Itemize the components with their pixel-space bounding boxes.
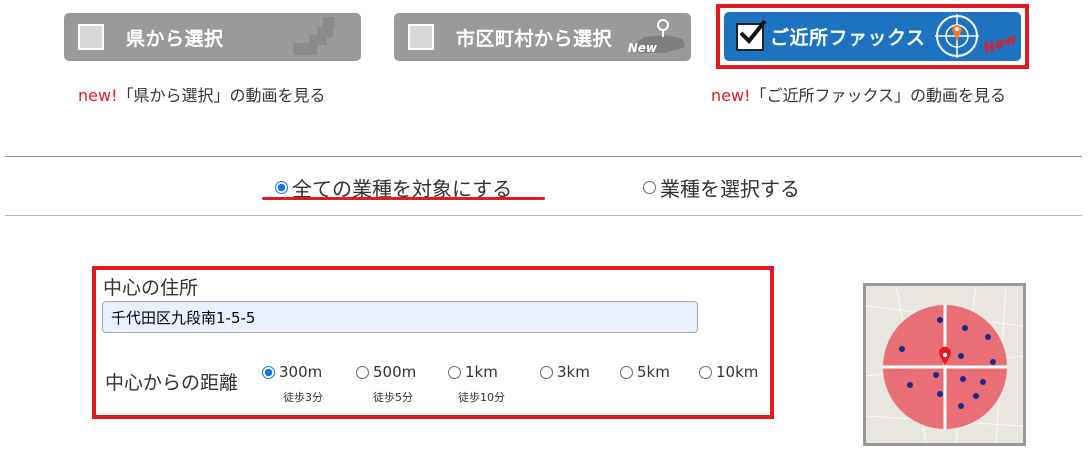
select-by-prefecture-button[interactable]: 県から選択	[64, 13, 361, 61]
nearby-fax-new-badge: New	[981, 30, 1019, 58]
radio-icon	[620, 365, 633, 379]
industry-all-underline	[262, 197, 545, 200]
distance-option-10km[interactable]: 10km	[699, 363, 758, 381]
radio-icon	[699, 365, 712, 379]
distance-option-3km[interactable]: 3km	[540, 363, 590, 381]
divider-bottom	[5, 215, 1082, 216]
distance-walk-time: 徒歩3分	[283, 391, 323, 404]
nearby-fax-video-text: 「ご近所ファックス」の動画を見る	[750, 86, 1007, 105]
radio-icon	[540, 365, 553, 379]
distance-walk-time: 徒歩10分	[458, 391, 505, 404]
distance-option-label: 1km	[465, 363, 498, 381]
map-radius-illustration	[866, 286, 1023, 443]
distance-option-5km[interactable]: 5km	[620, 363, 670, 381]
center-address-input[interactable]	[102, 301, 698, 333]
radar-target-icon	[935, 14, 979, 58]
industry-select-label: 業種を選択する	[660, 177, 800, 201]
map-preview	[863, 283, 1026, 446]
distance-option-label: 10km	[716, 363, 759, 381]
new-tag: new!	[78, 86, 118, 105]
radio-icon	[643, 181, 656, 194]
distance-walk-time: 徒歩5分	[373, 391, 413, 404]
industry-select-radio[interactable]: 業種を選択する	[643, 173, 800, 202]
center-address-label: 中心の住所	[103, 277, 199, 299]
radio-icon	[275, 181, 288, 194]
distance-option-label: 3km	[557, 363, 590, 381]
prefecture-video-link[interactable]: new!「県から選択」の動画を見る	[78, 82, 326, 106]
select-by-prefecture-label: 県から選択	[126, 27, 224, 50]
distance-option-300m[interactable]: 300m	[262, 363, 322, 381]
divider-top	[5, 156, 1082, 157]
japan-map-icon	[293, 17, 335, 55]
new-tag: new!	[711, 86, 751, 105]
prefecture-video-text: 「県から選択」の動画を見る	[117, 86, 326, 105]
distance-option-1km[interactable]: 1km	[448, 363, 498, 381]
checkbox-icon	[78, 24, 104, 50]
select-by-city-label: 市区町村から選択	[456, 27, 613, 50]
nearby-fax-button[interactable]: ご近所ファックス New	[724, 12, 1021, 61]
radio-icon	[356, 365, 369, 379]
distance-option-label: 500m	[373, 363, 417, 381]
distance-option-500m[interactable]: 500m	[356, 363, 416, 381]
distance-option-label: 5km	[637, 363, 670, 381]
nearby-fax-label: ご近所ファックス	[770, 27, 926, 49]
radio-icon	[448, 365, 461, 379]
distance-option-label: 300m	[279, 363, 323, 381]
radio-icon	[262, 365, 275, 379]
checkbox-icon	[408, 24, 434, 50]
distance-label: 中心からの距離	[105, 372, 239, 394]
checkmark-icon	[736, 19, 767, 51]
nearby-fax-video-link[interactable]: new!「ご近所ファックス」の動画を見る	[711, 82, 1006, 106]
city-new-badge: New	[627, 41, 657, 55]
select-by-city-button[interactable]: 市区町村から選択 New	[394, 13, 691, 61]
